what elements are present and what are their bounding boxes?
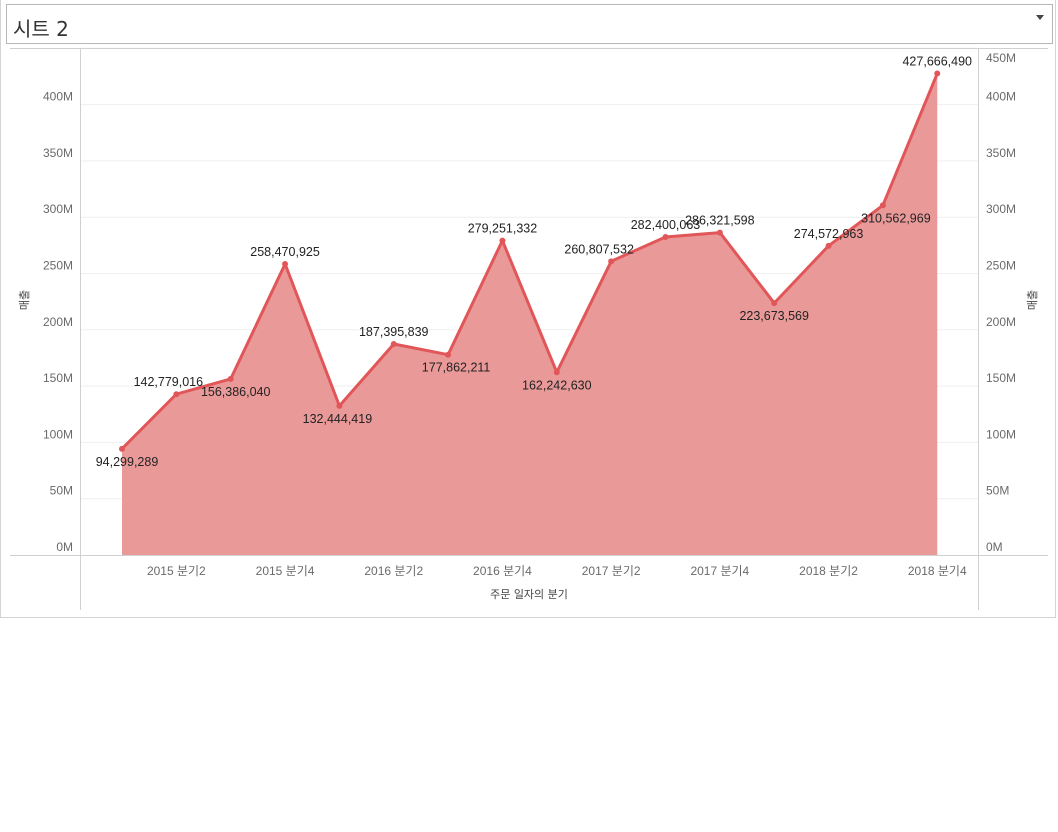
x-tick-label: 2017 분기2 [582, 564, 641, 578]
data-point [879, 202, 886, 209]
data-label: 162,242,630 [522, 378, 592, 392]
y-tick-label-right: 350M [986, 146, 1016, 160]
y-tick-label-right: 250M [986, 259, 1016, 273]
y-tick-label-left: 50M [50, 484, 73, 498]
y-tick-label-left: 200M [43, 315, 73, 329]
y-tick-label-right: 50M [986, 484, 1009, 498]
area-fill [122, 73, 938, 556]
y-tick-label-left: 150M [43, 371, 73, 385]
data-point [227, 375, 234, 382]
data-point [282, 260, 289, 267]
data-point [119, 445, 125, 452]
y-tick-label-left: 100M [43, 427, 73, 441]
data-point [336, 402, 343, 409]
y-tick-label-right: 450M [986, 51, 1016, 65]
y-tick-label-right: 100M [986, 427, 1016, 441]
data-label: 142,779,016 [134, 375, 204, 389]
x-axis-title: 주문 일자의 분기 [490, 587, 568, 601]
x-tick-label: 2016 분기4 [473, 564, 532, 578]
y-tick-label-left: 250M [43, 259, 73, 273]
data-label: 427,666,490 [902, 54, 972, 68]
data-label: 94,299,289 [96, 455, 159, 469]
y-tick-label-right: 300M [986, 202, 1016, 216]
data-point [662, 234, 669, 241]
data-point [499, 237, 506, 244]
x-tick-label: 2018 분기2 [799, 564, 858, 578]
y-tick-label-right: 0M [986, 540, 1003, 554]
data-label: 177,862,211 [422, 361, 491, 375]
data-label: 258,470,925 [250, 245, 320, 259]
data-point [934, 70, 941, 77]
y-tick-label-left: 300M [43, 202, 73, 216]
y-axis-title-left: 매출 [18, 290, 31, 310]
data-point [390, 340, 397, 347]
y-tick-label-left: 400M [43, 90, 73, 104]
data-label: 279,251,332 [468, 222, 538, 236]
area-chart: 94,299,289 142,779,016156,386,040 258,470,… [10, 47, 1048, 610]
x-tick-label: 2015 분기4 [256, 564, 315, 578]
data-label: 132,444,419 [303, 412, 373, 426]
x-tick-label: 2015 분기2 [147, 564, 206, 578]
y-tick-label-right: 400M [986, 90, 1016, 104]
y-tick-label-left: 0M [56, 540, 73, 554]
y-tick-label-right: 150M [986, 371, 1016, 385]
data-label: 286,321,598 [685, 214, 755, 228]
x-tick-label: 2016 분기2 [364, 564, 423, 578]
data-label: 223,673,569 [739, 309, 809, 323]
data-point [716, 229, 723, 236]
data-point [825, 242, 832, 249]
data-point [553, 369, 560, 376]
data-label: 260,807,532 [564, 242, 634, 256]
data-point [771, 300, 778, 307]
y-axis-title-right: 매출 [1026, 290, 1039, 310]
data-point [173, 391, 180, 398]
data-label: 187,395,839 [359, 325, 429, 339]
data-label: 156,386,040 [201, 385, 271, 399]
x-tick-label: 2018 분기4 [908, 564, 967, 578]
data-label: 274,572,963 [794, 227, 864, 241]
y-tick-label-right: 200M [986, 315, 1016, 329]
data-point [608, 258, 615, 265]
x-tick-label: 2017 분기4 [690, 564, 749, 578]
data-label: 310,562,969 [861, 211, 931, 225]
y-tick-label-left: 350M [43, 146, 73, 160]
data-point [445, 351, 452, 358]
